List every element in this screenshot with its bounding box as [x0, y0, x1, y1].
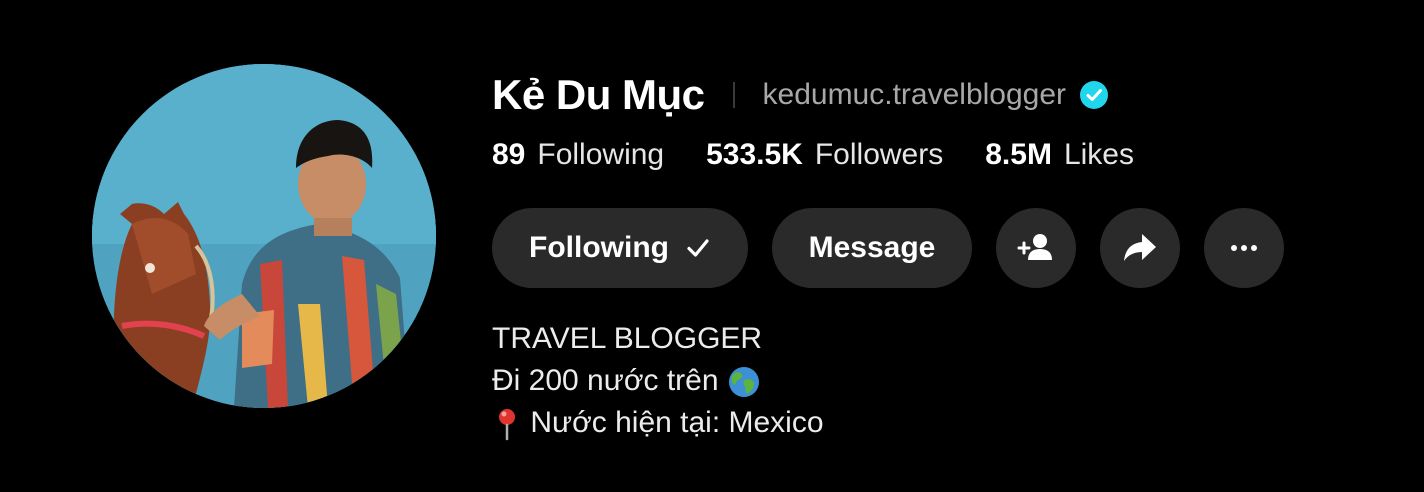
- avatar-photo: [92, 64, 436, 408]
- bio-line-2: Đi 200 nước trên: [492, 360, 1392, 402]
- share-button[interactable]: [1100, 208, 1180, 288]
- stat-followers[interactable]: 533.5K Followers: [706, 138, 943, 172]
- checkmark-icon: [687, 239, 709, 257]
- following-button-label: Following: [529, 231, 669, 264]
- name-row: Kẻ Du Mục kedumuc.travelblogger: [492, 64, 1392, 126]
- bio-line-2-text: Đi 200 nước trên: [492, 364, 719, 397]
- following-button[interactable]: Following: [492, 208, 748, 288]
- location-pin-icon: [499, 409, 515, 441]
- bio-line-3: Nước hiện tại: Mexico: [492, 402, 1392, 444]
- bio-line-3-text: Nước hiện tại: Mexico: [530, 406, 824, 439]
- stat-value: 533.5K: [706, 138, 803, 171]
- profile-bio: TRAVEL BLOGGER Đi 200 nước trên Nước hiệ…: [492, 318, 1392, 444]
- stat-value: 89: [492, 138, 526, 171]
- verified-badge-icon: [1080, 81, 1109, 109]
- stat-label: Following: [537, 138, 665, 171]
- name-separator: [732, 82, 735, 108]
- stat-label: Likes: [1063, 138, 1134, 171]
- stat-label: Followers: [814, 138, 944, 171]
- profile-info: Kẻ Du Mục kedumuc.travelblogger 89 Follo…: [492, 64, 1392, 444]
- stat-value: 8.5M: [985, 138, 1052, 171]
- action-buttons: Following Message: [492, 208, 1392, 288]
- bio-line-1: TRAVEL BLOGGER: [492, 322, 763, 355]
- message-button-label: Message: [808, 231, 936, 264]
- message-button[interactable]: Message: [772, 208, 972, 288]
- add-friend-button[interactable]: [996, 208, 1076, 288]
- profile-avatar[interactable]: [92, 64, 436, 408]
- share-icon: [1124, 234, 1156, 261]
- stat-following[interactable]: 89 Following: [492, 138, 664, 172]
- profile-stats: 89 Following 533.5K Followers 8.5M Likes: [492, 138, 1392, 178]
- username-handle: kedumuc.travelblogger: [762, 78, 1067, 111]
- add-friend-icon: [1017, 234, 1052, 260]
- more-options-button[interactable]: [1204, 208, 1284, 288]
- more-icon: [1231, 245, 1257, 251]
- globe-icon: [728, 367, 759, 398]
- stat-likes: 8.5M Likes: [985, 138, 1134, 172]
- display-name: Kẻ Du Mục: [492, 71, 705, 118]
